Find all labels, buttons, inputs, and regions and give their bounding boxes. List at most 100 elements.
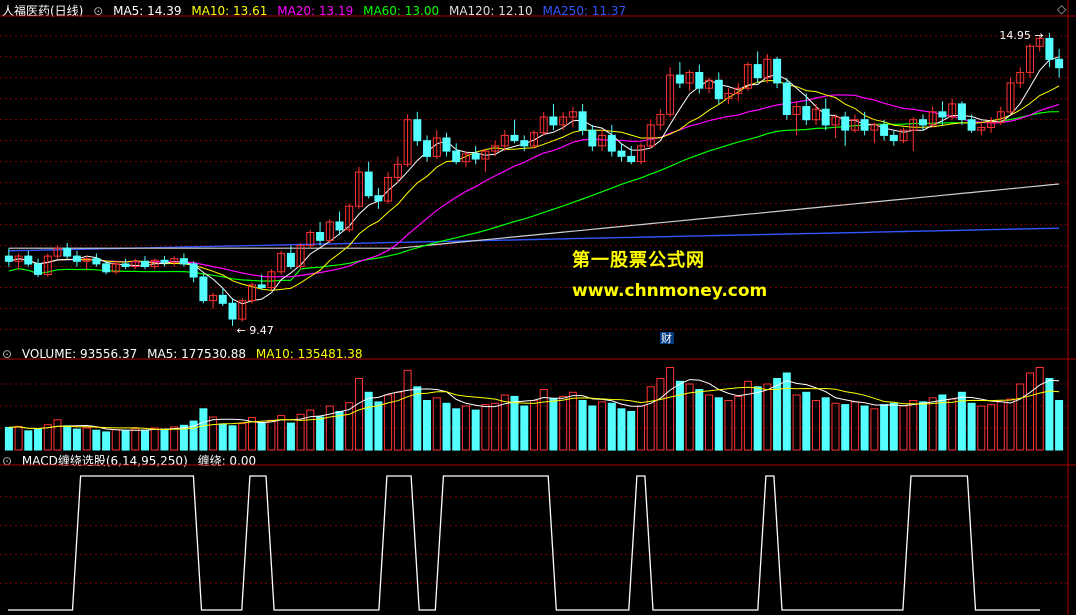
volume-bar xyxy=(228,425,237,451)
volume-bar xyxy=(53,419,62,451)
volume-bar xyxy=(588,405,597,451)
volume-bar xyxy=(734,395,743,451)
volume-bar xyxy=(870,408,879,451)
candle-body xyxy=(919,119,927,126)
volume-bar xyxy=(1016,383,1025,451)
volume-bar xyxy=(880,404,889,451)
candle-body xyxy=(967,119,976,131)
candle-body xyxy=(160,259,169,263)
candle-body xyxy=(4,255,13,262)
volume-bar xyxy=(948,398,957,451)
volume-bar xyxy=(996,401,1005,451)
volume-bar xyxy=(821,397,830,451)
candle-body xyxy=(141,260,149,267)
candle-body xyxy=(102,263,111,273)
candle-body xyxy=(773,58,782,84)
volume-bar xyxy=(578,400,587,451)
high-price-label: 14.95 → xyxy=(999,29,1043,42)
candle-body xyxy=(841,116,850,131)
candle-body xyxy=(578,111,587,131)
low-price-label: ← 9.47 xyxy=(237,324,274,337)
volume-bar xyxy=(257,422,266,451)
volume-ma10-line xyxy=(8,386,1060,431)
ma250-line xyxy=(8,227,1060,252)
volume-bar xyxy=(831,402,840,451)
candle-body xyxy=(1055,58,1064,69)
volume-bar xyxy=(24,430,33,451)
macd-wrap-line xyxy=(8,475,1040,611)
candle-body xyxy=(549,116,558,126)
volume-bar xyxy=(413,386,422,451)
volume-bar xyxy=(34,428,42,451)
volume-bar xyxy=(63,425,72,451)
volume-bar xyxy=(530,400,538,451)
volume-bar xyxy=(14,425,23,451)
candle-body xyxy=(179,258,188,265)
volume-bar xyxy=(802,391,811,451)
volume-bar xyxy=(92,429,101,451)
candle-body xyxy=(257,284,266,288)
volume-bar xyxy=(860,405,869,451)
volume-bar xyxy=(121,430,130,451)
volume-bar xyxy=(374,401,383,451)
volume-bar xyxy=(909,400,918,451)
volume-bar xyxy=(72,428,81,451)
volume-bar xyxy=(491,402,500,451)
volume-ma5-line xyxy=(8,379,1060,431)
candle-body xyxy=(452,150,461,163)
volume-bar xyxy=(753,386,762,451)
volume-bar xyxy=(286,422,295,451)
volume-bar xyxy=(218,423,227,451)
candle-body xyxy=(286,252,295,267)
volume-bar xyxy=(325,405,334,451)
watermark-title: 第一股票公式网 xyxy=(572,250,705,271)
volume-bar xyxy=(724,400,733,451)
volume-bar xyxy=(316,416,325,451)
volume-bar xyxy=(850,401,859,451)
volume-bar xyxy=(987,404,996,451)
volume-bar xyxy=(160,428,169,451)
candle-body xyxy=(63,247,72,257)
candle-body xyxy=(189,263,198,278)
volume-bar xyxy=(267,419,276,451)
volume-bar xyxy=(812,400,820,451)
candle-body xyxy=(228,302,237,320)
candle-body xyxy=(880,124,889,136)
volume-bar xyxy=(617,408,626,451)
volume-bar xyxy=(403,369,412,451)
volume-bar xyxy=(607,402,616,451)
candle-body xyxy=(471,153,480,160)
volume-bar xyxy=(967,402,976,451)
candle-body xyxy=(957,103,966,121)
volume-bar xyxy=(520,405,529,451)
volume-bar xyxy=(714,397,723,451)
volume-bar xyxy=(656,378,665,451)
volume-bar xyxy=(695,389,704,451)
volume-bar xyxy=(150,427,159,451)
candle-body xyxy=(782,82,791,115)
volume-bar xyxy=(646,386,655,451)
candle-body xyxy=(92,258,101,265)
volume-bar xyxy=(335,411,344,451)
candle-body xyxy=(753,64,762,79)
volume-bar xyxy=(1055,400,1064,451)
candle-body xyxy=(442,137,451,152)
candle-body xyxy=(607,134,616,152)
volume-bar xyxy=(549,398,558,451)
volume-bar xyxy=(423,400,431,451)
volume-bar xyxy=(131,428,140,451)
volume-bar xyxy=(141,429,149,451)
candle-body xyxy=(24,255,33,265)
volume-bar xyxy=(452,408,461,451)
volume-bar xyxy=(889,402,898,451)
diamond-icon: ◇ xyxy=(1057,2,1067,16)
volume-bar xyxy=(1026,372,1034,451)
volume-bar xyxy=(1006,398,1015,451)
volume-bar xyxy=(841,404,850,451)
stock-chart[interactable]: 14.95 → ← 9.47 财 ◇ xyxy=(0,0,1076,615)
volume-bar xyxy=(471,409,480,451)
volume-bar xyxy=(238,423,247,451)
candle-body xyxy=(413,119,422,142)
volume-bar xyxy=(705,394,713,451)
candle-body xyxy=(675,74,684,84)
